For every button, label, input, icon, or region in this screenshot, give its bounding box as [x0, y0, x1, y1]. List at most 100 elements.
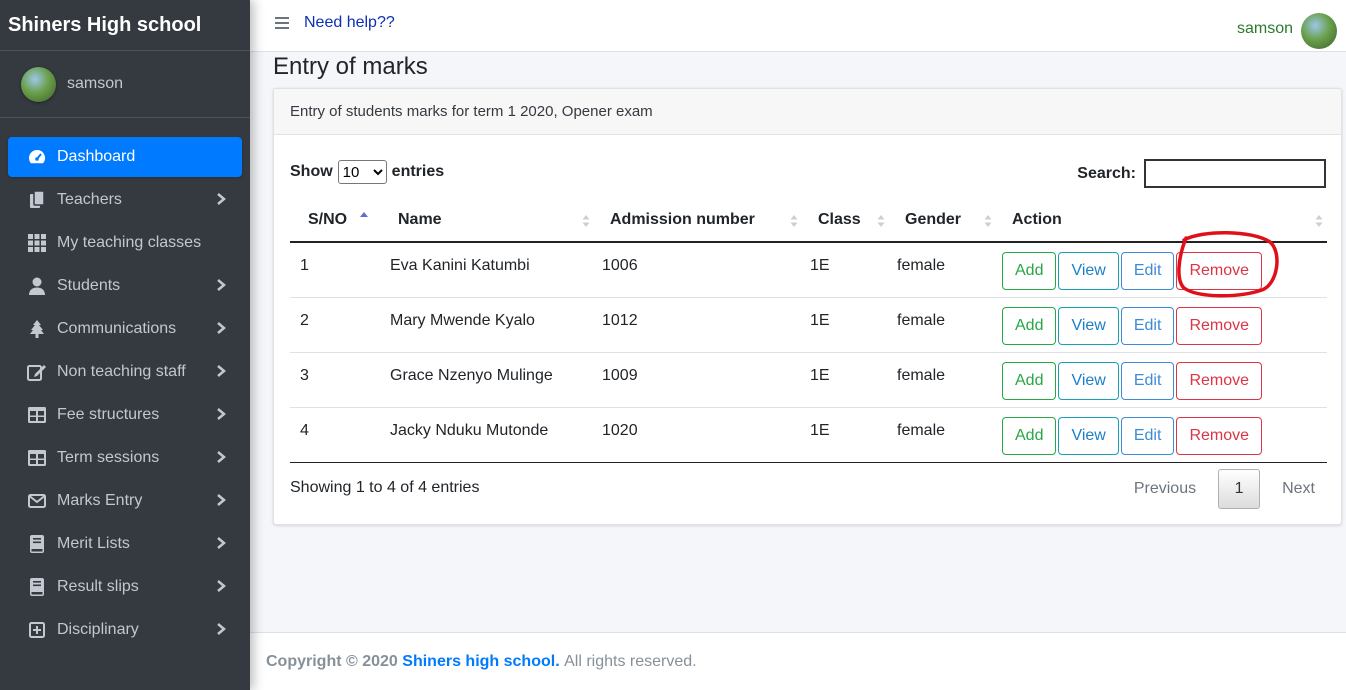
chevron-right-icon	[217, 322, 226, 334]
remove-button[interactable]: Remove	[1176, 306, 1263, 345]
cell-actions: Add View Edit Remove	[996, 242, 1327, 298]
chevron-right-icon	[217, 279, 226, 291]
cell-admission: 1012	[594, 297, 802, 353]
column-header-admission[interactable]: Admission number	[594, 198, 802, 243]
cell-admission: 1006	[594, 242, 802, 298]
sidebar-item-marks-entry[interactable]: Marks Entry	[8, 481, 242, 521]
sort-icon	[582, 215, 590, 227]
sidebar-item-label: Communications	[57, 320, 177, 337]
sidebar-item-my-teaching-classes[interactable]: My teaching classes	[8, 223, 242, 263]
view-button[interactable]: View	[1058, 306, 1119, 345]
sidebar-item-communications[interactable]: Communications	[8, 309, 242, 349]
sidebar-item-label: Dashboard	[57, 148, 136, 165]
top-username[interactable]: samson	[1237, 20, 1293, 38]
pagination: Previous 1 Next	[1122, 469, 1327, 509]
page-1-button[interactable]: 1	[1218, 469, 1261, 509]
dashboard-gauge-icon	[27, 147, 47, 167]
add-button[interactable]: Add	[1002, 252, 1057, 290]
cell-actions: Add View Edit Remove	[996, 352, 1327, 408]
cell-class: 1E	[802, 352, 889, 408]
sidebar-username[interactable]: samson	[67, 75, 123, 93]
sidebar-item-students[interactable]: Students	[8, 266, 242, 306]
add-button[interactable]: Add	[1002, 416, 1057, 455]
chevron-right-icon	[217, 365, 226, 377]
entries-label: entries	[391, 163, 445, 180]
sidebar-item-label: Fee structures	[57, 406, 160, 423]
sort-icon	[877, 215, 885, 227]
plus-square-icon	[27, 620, 47, 640]
previous-page-button[interactable]: Previous	[1122, 480, 1208, 498]
avatar[interactable]	[1301, 13, 1337, 49]
cell-class: 1E	[802, 242, 889, 298]
table-header-row: S/NO Name Admission number Class Gender	[290, 198, 1327, 243]
view-button[interactable]: View	[1058, 361, 1119, 400]
table-info: Showing 1 to 4 of 4 entries	[290, 479, 480, 496]
view-button[interactable]: View	[1058, 416, 1119, 455]
sidebar-item-merit-lists[interactable]: Merit Lists	[8, 524, 242, 564]
sort-icon	[984, 215, 992, 227]
column-header-sno[interactable]: S/NO	[290, 198, 382, 243]
sidebar-item-label: Term sessions	[57, 449, 160, 466]
sidebar-item-fee-structures[interactable]: Fee structures	[8, 395, 242, 435]
column-header-action[interactable]: Action	[996, 198, 1327, 243]
footer-school-link[interactable]: Shiners high school.	[402, 653, 559, 671]
remove-button[interactable]: Remove	[1176, 361, 1263, 400]
book-icon	[27, 534, 47, 554]
sidebar-user-panel[interactable]: samson	[0, 51, 250, 118]
marks-card: Entry of students marks for term 1 2020,…	[273, 88, 1342, 525]
sidebar-item-label: Marks Entry	[57, 492, 143, 509]
column-header-gender[interactable]: Gender	[889, 198, 996, 243]
cell-sno: 1	[290, 242, 382, 298]
table-icon	[27, 405, 47, 425]
students-table: S/NO Name Admission number Class Gender	[290, 198, 1327, 463]
top-navbar: Need help?? samson	[250, 0, 1346, 52]
sidebar-item-label: Students	[57, 277, 121, 294]
edit-button[interactable]: Edit	[1120, 361, 1175, 400]
search-control: Search:	[1077, 159, 1326, 188]
chevron-right-icon	[217, 580, 226, 592]
page-length-select[interactable]: 10	[337, 160, 387, 184]
edit-button[interactable]: Edit	[1120, 306, 1175, 345]
hamburger-menu-icon[interactable]	[274, 15, 290, 31]
show-label: Show	[290, 163, 333, 180]
footer-copyright: Copyright © 2020	[266, 652, 398, 670]
sidebar-item-term-sessions[interactable]: Term sessions	[8, 438, 242, 478]
footer-rights: All rights reserved.	[564, 652, 697, 670]
sort-asc-icon	[360, 212, 368, 217]
edit-button[interactable]: Edit	[1120, 252, 1175, 290]
cell-gender: female	[889, 352, 996, 408]
page-length-control: Show 10 entries	[290, 160, 444, 184]
envelope-icon	[27, 491, 47, 511]
chevron-right-icon	[217, 193, 226, 205]
edit-button[interactable]: Edit	[1120, 416, 1175, 455]
cell-name: Jacky Nduku Mutonde	[382, 407, 594, 463]
avatar[interactable]	[21, 66, 56, 102]
remove-button[interactable]: Remove	[1176, 416, 1263, 455]
chevron-right-icon	[217, 537, 226, 549]
search-input[interactable]	[1144, 159, 1326, 188]
sidebar-item-teachers[interactable]: Teachers	[8, 180, 242, 220]
brand-title[interactable]: Shiners High school	[0, 0, 250, 51]
add-button[interactable]: Add	[1002, 306, 1057, 345]
sidebar-item-non-teaching-staff[interactable]: Non teaching staff	[8, 352, 242, 392]
add-button[interactable]: Add	[1002, 361, 1057, 400]
sidebar-item-disciplinary[interactable]: Disciplinary	[8, 610, 242, 650]
remove-button[interactable]: Remove	[1176, 252, 1263, 290]
table-row: 1 Eva Kanini Katumbi 1006 1E female Add V…	[290, 242, 1327, 298]
column-header-class[interactable]: Class	[802, 198, 889, 243]
sort-icon	[1315, 215, 1323, 227]
table-icon	[27, 448, 47, 468]
sidebar-item-dashboard[interactable]: Dashboard	[8, 137, 242, 177]
cell-name: Grace Nzenyo Mulinge	[382, 352, 594, 408]
view-button[interactable]: View	[1058, 252, 1119, 290]
cell-gender: female	[889, 297, 996, 353]
sidebar-item-label: Teachers	[57, 191, 122, 208]
column-header-name[interactable]: Name	[382, 198, 594, 243]
cell-name: Eva Kanini Katumbi	[382, 242, 594, 298]
next-page-button[interactable]: Next	[1270, 480, 1327, 498]
sidebar-item-result-slips[interactable]: Result slips	[8, 567, 242, 607]
sidebar-item-label: Disciplinary	[57, 621, 139, 638]
card-header: Entry of students marks for term 1 2020,…	[274, 89, 1341, 135]
table-row: 3 Grace Nzenyo Mulinge 1009 1E female Ad…	[290, 352, 1327, 408]
need-help-link[interactable]: Need help??	[304, 14, 395, 32]
